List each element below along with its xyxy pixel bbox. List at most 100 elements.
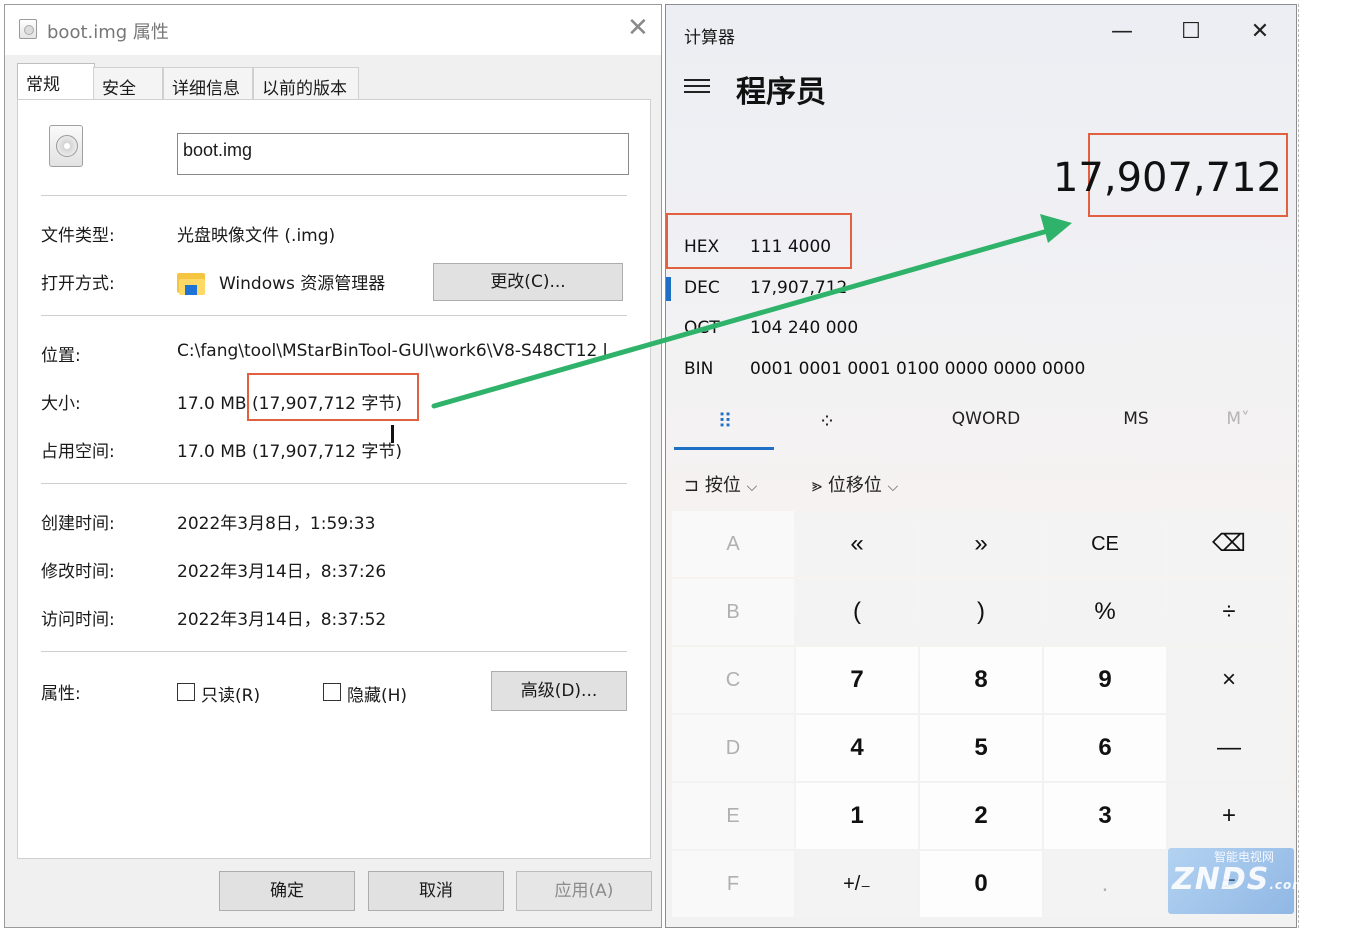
properties-titlebar: boot.img 属性 ✕ [5,5,661,55]
dec-label[interactable]: DEC [684,278,720,298]
bin-value[interactable]: 0001 0001 0001 0100 0000 0000 0000 [750,359,1085,379]
key-clear-entry[interactable]: CE [1044,511,1166,577]
key-9[interactable]: 9 [1044,647,1166,713]
key-c[interactable]: C [672,647,794,713]
tab-general[interactable]: 常规 [17,63,95,101]
divider [41,651,627,652]
hex-value[interactable]: 111 4000 [750,237,831,257]
attributes-label: 属性: [41,684,81,704]
watermark-suffix: .com [1269,878,1306,892]
tab-details[interactable]: 详细信息 [163,67,253,100]
result-display: 17,907,712 [1052,155,1282,201]
properties-dialog: boot.img 属性 ✕ 常规 安全 详细信息 以前的版本 boot.img … [4,4,662,928]
key-shift-left[interactable]: « [796,511,918,577]
bitwise-dropdown[interactable]: ⊐ 按位 ⌵ [684,471,757,497]
key-shift-right[interactable]: » [920,511,1042,577]
key-f[interactable]: F [672,851,794,917]
key-negate[interactable]: +/₋ [796,851,918,917]
active-tab-underline [674,447,774,450]
tab-security[interactable]: 安全 [93,67,163,100]
bitwise-gate-icon: ⊐ [684,475,700,496]
file-type-value: 光盘映像文件 (.img) [177,226,336,246]
torn-edge [1298,4,1312,928]
ok-button[interactable]: 确定 [219,871,355,911]
divider [41,195,627,196]
size-on-disk-label: 占用空间: [41,442,115,462]
file-type-label: 文件类型: [41,226,115,246]
disc-image-file-icon [49,125,83,167]
watermark-brand-name: ZNDS [1172,862,1270,897]
minus-icon[interactable]: — [1168,715,1290,781]
change-button[interactable]: 更改(C)... [433,263,623,301]
close-icon[interactable]: ✕ [627,13,649,43]
location-value: C:\fang\tool\MStarBinTool-GUI\work6\V8-S… [177,341,608,361]
created-label: 创建时间: [41,514,115,534]
accessed-label: 访问时间: [41,610,115,630]
dec-value[interactable]: 17,907,712 [750,278,847,298]
tab-previous-versions[interactable]: 以前的版本 [253,67,359,100]
cancel-button[interactable]: 取消 [368,871,504,911]
menu-icon[interactable] [684,79,710,95]
key-d[interactable]: D [672,715,794,781]
properties-title: boot.img 属性 [47,22,169,43]
hidden-label: 隐藏(H) [347,686,408,706]
modified-value: 2022年3月14日，8:37:26 [177,562,387,582]
opens-with-value: Windows 资源管理器 [219,274,386,294]
backspace-icon[interactable]: ⌫ [1168,511,1290,577]
chevron-down-icon: ⌵ [746,479,758,495]
readonly-checkbox[interactable] [177,683,195,701]
filename-input[interactable]: boot.img [177,133,629,175]
calculator-title: 计算器 [684,28,735,48]
multiply-icon[interactable]: × [1168,647,1290,713]
memory-store-button[interactable]: MS [1106,409,1166,429]
key-5[interactable]: 5 [920,715,1042,781]
key-b[interactable]: B [672,579,794,645]
general-panel [17,99,651,859]
created-value: 2022年3月8日，1:59:33 [177,514,376,534]
divide-icon[interactable]: ÷ [1168,579,1290,645]
size-value-mb: 17.0 MB [177,394,252,414]
key-0[interactable]: 0 [920,851,1042,917]
plus-icon[interactable]: + [1168,783,1290,849]
explorer-folder-icon [177,273,205,295]
size-highlight-box [247,373,419,421]
memory-list-button[interactable]: M˅ [1218,409,1258,429]
key-3[interactable]: 3 [1044,783,1166,849]
key-modulo[interactable]: % [1044,579,1166,645]
divider [41,315,627,316]
hidden-checkbox[interactable] [323,683,341,701]
key-6[interactable]: 6 [1044,715,1166,781]
minimize-icon[interactable]: — [1102,19,1142,44]
key-7[interactable]: 7 [796,647,918,713]
bitshift-dropdown[interactable]: ⪢ 位移位 ⌵ [812,471,898,497]
key-open-paren[interactable]: ( [796,579,918,645]
apply-button[interactable]: 应用(A) [516,871,652,911]
mode-title: 程序员 [736,75,826,110]
full-keypad-icon[interactable]: ⠿ [710,409,740,433]
readonly-label: 只读(R) [201,686,261,706]
opens-with-label: 打开方式: [41,274,115,294]
bitshift-icon: ⪢ [812,475,823,496]
oct-value[interactable]: 104 240 000 [750,318,858,338]
maximize-icon[interactable]: ☐ [1171,19,1211,44]
watermark-brand: ZNDS.com [1172,862,1306,897]
word-size-button[interactable]: QWORD [936,409,1036,429]
dec-selected-marker [666,277,671,301]
hex-label[interactable]: HEX [684,237,719,257]
key-4[interactable]: 4 [796,715,918,781]
bit-toggle-icon[interactable]: ⁘ [812,409,842,433]
key-1[interactable]: 1 [796,783,918,849]
calculator-window: 计算器 — ☐ ✕ 程序员 17,907,712 HEX 111 4000 DE… [665,4,1297,928]
advanced-button[interactable]: 高级(D)... [491,671,627,711]
key-close-paren[interactable]: ) [920,579,1042,645]
oct-label[interactable]: OCT [684,318,720,338]
key-2[interactable]: 2 [920,783,1042,849]
key-8[interactable]: 8 [920,647,1042,713]
size-on-disk-value: 17.0 MB (17,907,712 字节) [177,442,402,462]
key-decimal[interactable]: . [1044,851,1166,917]
bin-label[interactable]: BIN [684,359,713,379]
key-a[interactable]: A [672,511,794,577]
size-label: 大小: [41,394,81,414]
close-icon[interactable]: ✕ [1240,19,1280,44]
key-e[interactable]: E [672,783,794,849]
